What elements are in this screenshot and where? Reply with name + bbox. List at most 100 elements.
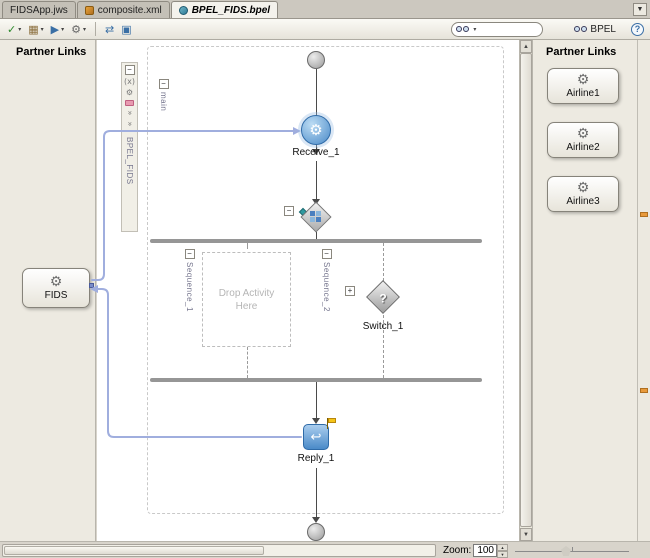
partner-links-right-panel: Partner Links ⚙ Airline1 ⚙ Airline2 ⚙ Ai… <box>532 40 637 541</box>
status-bar: Zoom: 100 ▲ ▼ <box>0 541 650 558</box>
search-input[interactable] <box>478 23 531 35</box>
layout-button[interactable]: ▣ <box>119 21 133 38</box>
scrollbar-thumb[interactable] <box>520 53 532 527</box>
variables-icon[interactable]: (x) <box>124 78 135 86</box>
partner-link-gear-icon: ⚙ <box>576 126 590 142</box>
zoom-label: Zoom: <box>443 545 472 556</box>
sync-icon: ⇄ <box>105 22 115 36</box>
slider-thumb[interactable] <box>561 546 571 556</box>
chevrons-icon[interactable]: » <box>126 111 135 116</box>
receive-gear-icon: ⚙ <box>309 120 323 139</box>
run-icon: ▶ <box>50 22 60 36</box>
tab-label: composite.xml <box>97 4 162 16</box>
branch-line <box>247 347 248 378</box>
zoom-value-input[interactable]: 100 <box>473 544 497 557</box>
warning-marker[interactable] <box>640 388 648 393</box>
search-icon <box>456 26 470 32</box>
partner-link-airline2[interactable]: ⚙ Airline2 <box>547 122 619 158</box>
partner-link-gear-icon: ⚙ <box>49 274 63 290</box>
designer-toolbar: ✓ ▾ ▦ ▾ ▶ ▾ ⚙ ▾ ⇄ ▣ ▾ BPEL ? <box>0 19 650 40</box>
chevrons-icon[interactable]: » <box>126 122 135 127</box>
error-margin-strip <box>637 40 650 541</box>
activity-reply[interactable]: ↩ <box>303 424 329 450</box>
search-box[interactable]: ▾ <box>451 21 544 37</box>
flow-line <box>316 161 317 199</box>
sequence1-tray: − Sequence_1 <box>182 249 197 350</box>
tab-fidsapp[interactable]: FIDSApp.jws <box>2 1 76 18</box>
run-button[interactable]: ▶ ▾ <box>49 21 66 38</box>
warning-marker[interactable] <box>640 212 648 217</box>
panel-title: Partner Links <box>16 46 87 58</box>
sequence2-label[interactable]: Sequence_2 <box>322 262 331 312</box>
glasses-icon <box>574 26 588 32</box>
tab-label: FIDSApp.jws <box>10 4 68 16</box>
partner-link-fids[interactable]: ⚙ FIDS <box>22 268 90 308</box>
bpel-diagram-canvas[interactable]: − (x) ⚙ » » BPEL_FIDS − main ⚙ Receive_1… <box>97 40 519 541</box>
sequence1-label[interactable]: Sequence_1 <box>185 262 194 312</box>
flow-line <box>316 468 317 517</box>
main-sequence-label[interactable]: main <box>159 92 168 111</box>
branch-line <box>247 243 248 249</box>
help-icon: ? <box>634 24 641 34</box>
expand-button[interactable]: + <box>345 286 355 296</box>
activity-label: Reply_1 <box>297 453 335 464</box>
collapse-button[interactable]: − <box>158 79 169 89</box>
drop-activity-zone[interactable]: Drop Activity Here <box>202 252 291 347</box>
gear-icon: ⚙ <box>71 22 82 36</box>
partner-link-airline1[interactable]: ⚙ Airline1 <box>547 68 619 104</box>
partner-link-label: Airline1 <box>566 88 600 99</box>
sequence2-tray: − Sequence_2 <box>319 249 334 329</box>
end-node[interactable] <box>307 523 325 541</box>
view-selector-bpel[interactable]: BPEL <box>574 24 616 35</box>
collapse-button[interactable]: − <box>184 249 195 259</box>
connector-handle[interactable] <box>89 283 94 288</box>
build-button[interactable]: ▦ ▾ <box>26 21 45 38</box>
composite-file-icon <box>84 5 94 15</box>
overflow-icon: ▼ <box>636 6 644 13</box>
help-button[interactable]: ? <box>631 22 644 36</box>
zoom-stepper[interactable]: ▲ ▼ <box>497 544 508 558</box>
sync-button[interactable]: ⇄ <box>103 21 116 38</box>
scrollbar-thumb[interactable] <box>4 546 264 555</box>
canvas-horizontal-scrollbar[interactable] <box>2 544 436 557</box>
spin-up-icon[interactable]: ▲ <box>497 544 508 551</box>
panel-title: Partner Links <box>546 46 617 58</box>
tab-overflow-button[interactable]: ▼ <box>633 3 647 16</box>
flag-icon <box>328 418 336 423</box>
spin-down-icon[interactable]: ▼ <box>497 551 508 558</box>
validate-button[interactable]: ✓ ▾ <box>5 21 23 38</box>
flow-grid-icon <box>310 211 322 223</box>
chevron-down-icon: ▾ <box>473 26 477 33</box>
gear-icon[interactable]: ⚙ <box>126 89 133 97</box>
start-node[interactable] <box>307 51 325 69</box>
toolbar-separator <box>95 22 97 36</box>
partner-link-label: FIDS <box>44 290 68 301</box>
partner-link-gear-icon: ⚙ <box>576 180 590 196</box>
reply-arrow-icon: ↩ <box>310 429 322 445</box>
tab-label: BPEL_FIDS.bpel <box>191 4 271 16</box>
layout-grid-icon: ▣ <box>121 22 132 36</box>
slider-track <box>515 551 629 552</box>
settings-button[interactable]: ⚙ ▾ <box>69 21 88 38</box>
bpel-file-icon <box>178 5 188 15</box>
scroll-up-button[interactable]: ▲ <box>520 40 532 53</box>
collapse-button[interactable]: − <box>124 65 135 75</box>
slider-tick <box>572 547 573 551</box>
branch-line <box>383 315 384 378</box>
activity-receive[interactable]: ⚙ <box>301 115 331 145</box>
chevron-down-icon: ▾ <box>40 26 44 33</box>
collapse-button[interactable]: − <box>321 249 332 259</box>
scroll-down-button[interactable]: ▼ <box>520 528 532 541</box>
collapse-button[interactable]: − <box>284 206 294 216</box>
chevron-down-icon: ▾ <box>61 26 65 33</box>
tab-composite[interactable]: composite.xml <box>76 1 170 18</box>
eraser-icon[interactable] <box>125 100 134 106</box>
view-selector-label: BPEL <box>590 23 616 35</box>
tab-bpel-fids[interactable]: BPEL_FIDS.bpel <box>170 1 279 18</box>
scope-tab-label[interactable]: BPEL_FIDS <box>125 137 134 185</box>
canvas-vertical-scrollbar[interactable]: ▲ ▼ <box>519 40 532 541</box>
partner-link-airline3[interactable]: ⚙ Airline3 <box>547 176 619 212</box>
activity-label: Receive_1 <box>292 147 340 158</box>
zoom-slider[interactable] <box>515 544 629 557</box>
chevron-down-icon: ▾ <box>83 26 87 33</box>
